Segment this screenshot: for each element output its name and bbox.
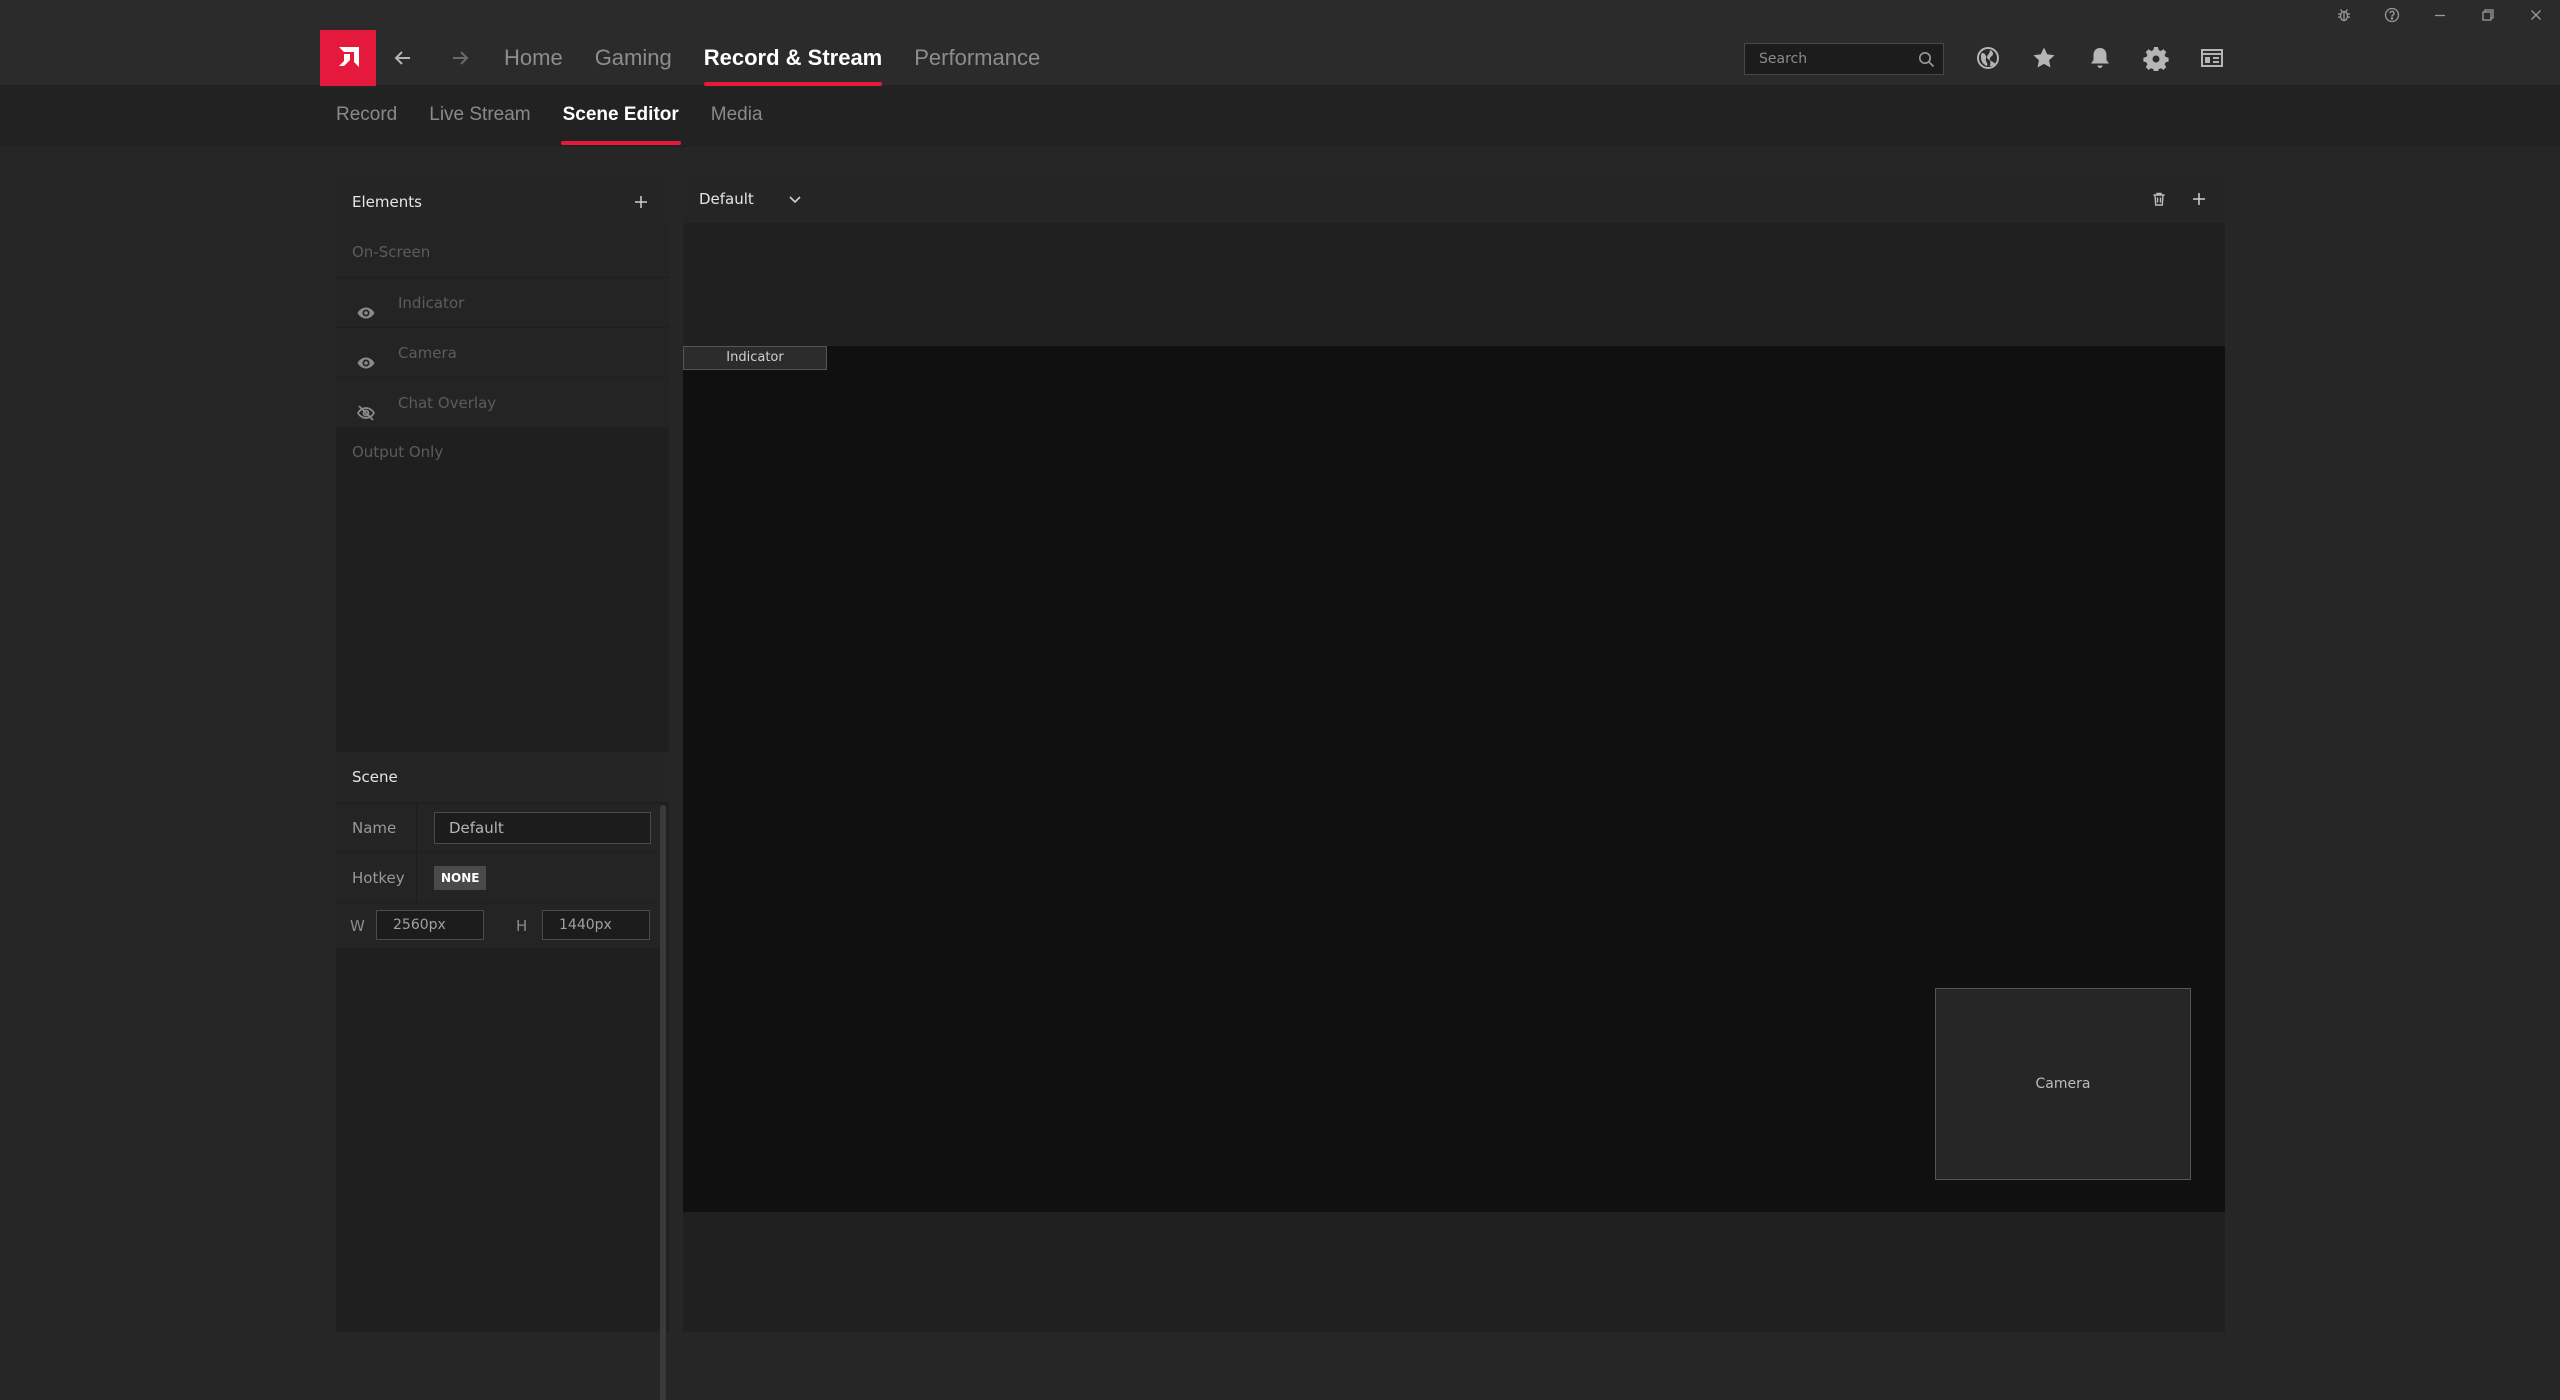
add-element-button[interactable] — [631, 177, 651, 227]
eye-icon[interactable] — [356, 293, 376, 319]
width-label: W — [350, 917, 365, 935]
gear-icon[interactable] — [2128, 30, 2184, 86]
amd-logo-icon — [339, 47, 359, 67]
bug-report-icon[interactable] — [2320, 0, 2368, 30]
editor-actions — [2129, 189, 2209, 209]
scene-name-row: Name Default — [336, 802, 661, 853]
scene-dropdown-value: Default — [699, 190, 754, 208]
main-nav: Home Gaming Record & Stream Performance — [504, 30, 1072, 86]
nav-gaming[interactable]: Gaming — [595, 30, 672, 86]
scene-header: Scene — [336, 752, 669, 802]
tab-scene-editor[interactable]: Scene Editor — [560, 87, 681, 145]
plus-icon — [2193, 193, 2205, 205]
profile-card-icon[interactable] — [2184, 30, 2240, 86]
add-scene-button[interactable] — [2189, 189, 2209, 209]
scene-hotkey-row: Hotkey NONE — [336, 852, 661, 903]
toolbar-icons — [1960, 30, 2240, 86]
tab-live-stream[interactable]: Live Stream — [429, 87, 530, 143]
divider — [416, 803, 417, 853]
scene-scrollbar[interactable] — [660, 805, 666, 1400]
bell-icon[interactable] — [2072, 30, 2128, 86]
hotkey-button[interactable]: NONE — [434, 866, 487, 890]
element-label: Chat Overlay — [398, 394, 497, 412]
eye-off-icon[interactable] — [356, 393, 376, 421]
canvas-bottom-margin — [683, 1212, 2225, 1332]
help-icon[interactable] — [2368, 0, 2416, 30]
nav-performance[interactable]: Performance — [914, 30, 1040, 86]
scene-name-label: Name — [352, 819, 397, 837]
output-only-group-label: Output Only — [352, 443, 444, 461]
element-row-camera[interactable]: Camera — [336, 327, 669, 377]
elements-title: Elements — [352, 193, 422, 211]
search-placeholder: Search — [1759, 51, 1808, 67]
chevron-down-icon[interactable] — [787, 191, 803, 207]
element-label: Camera — [398, 344, 457, 362]
forward-button[interactable] — [440, 30, 480, 86]
minimize-icon[interactable] — [2416, 0, 2464, 30]
search-icon — [1919, 52, 1935, 68]
tab-media[interactable]: Media — [711, 87, 763, 143]
trash-icon — [2153, 192, 2165, 206]
close-icon[interactable] — [2512, 0, 2560, 30]
on-screen-group-label: On-Screen — [336, 227, 669, 277]
scene-canvas[interactable]: Indicator Camera — [683, 346, 2225, 1212]
window-controls — [2320, 0, 2560, 30]
canvas-top-margin — [683, 223, 2225, 346]
delete-scene-button[interactable] — [2149, 189, 2169, 209]
canvas-indicator-element[interactable]: Indicator — [683, 346, 827, 370]
scene-dimensions-row: W 2560px H 1440px — [336, 902, 661, 948]
scene-dropdown[interactable]: Default — [699, 177, 754, 221]
back-button[interactable] — [383, 30, 423, 86]
scene-editor-panel: Default Indicator Camera — [683, 177, 2225, 1332]
elements-panel: Elements On-Screen Indicator Camera Chat… — [336, 177, 669, 1400]
nav-record-stream[interactable]: Record & Stream — [703, 30, 882, 86]
restore-icon[interactable] — [2464, 0, 2512, 30]
element-label: Indicator — [398, 294, 465, 312]
height-label: H — [516, 917, 528, 935]
sub-navigation: Record Live Stream Scene Editor Media — [0, 87, 2560, 147]
plus-icon — [635, 196, 647, 208]
element-row-chat-overlay[interactable]: Chat Overlay — [336, 377, 669, 427]
tab-record[interactable]: Record — [336, 87, 397, 143]
elements-header: Elements — [336, 177, 669, 227]
nav-home[interactable]: Home — [504, 30, 563, 86]
scene-hotkey-label: Hotkey — [352, 869, 405, 887]
search-input[interactable]: Search — [1744, 43, 1944, 75]
sub-nav-items: Record Live Stream Scene Editor Media — [336, 87, 795, 145]
star-icon[interactable] — [2016, 30, 2072, 86]
width-input[interactable]: 2560px — [376, 910, 484, 940]
canvas-camera-element[interactable]: Camera — [1935, 988, 2191, 1180]
amd-logo[interactable] — [320, 30, 376, 86]
eye-icon[interactable] — [356, 343, 376, 369]
scene-name-input[interactable]: Default — [434, 812, 651, 844]
divider — [416, 853, 417, 903]
title-bar — [0, 0, 2560, 30]
globe-icon[interactable] — [1960, 30, 2016, 86]
element-row-indicator[interactable]: Indicator — [336, 277, 669, 327]
height-input[interactable]: 1440px — [542, 910, 650, 940]
